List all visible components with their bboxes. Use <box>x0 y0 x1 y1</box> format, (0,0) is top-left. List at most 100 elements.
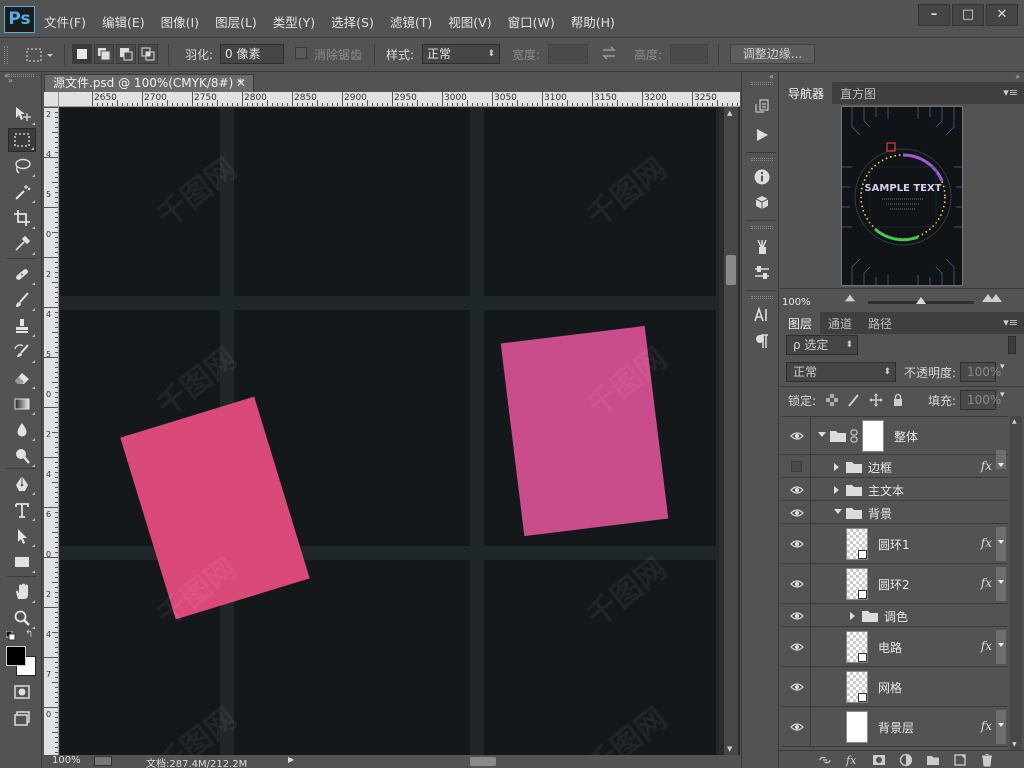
style-select[interactable]: 正常 ⬍ <box>422 44 500 64</box>
layer-row[interactable]: 圆环2 fx <box>782 564 1008 604</box>
visibility-toggle[interactable] <box>790 609 804 623</box>
menu-item[interactable]: 编辑(E) <box>102 12 145 31</box>
intersect-selection-button[interactable] <box>138 44 158 64</box>
visibility-toggle[interactable] <box>790 720 804 734</box>
fx-icon[interactable]: fx <box>845 753 859 767</box>
vertical-ruler[interactable]: 2 4 5 0 2 4 5 0 2 4 6 0 2 4 7 0 <box>44 107 59 755</box>
vertical-scrollbar[interactable]: ▲ ▼ <box>724 107 738 755</box>
status-menu-icon[interactable]: ▶ <box>288 755 294 764</box>
layer-row[interactable]: 背景层 fx <box>782 707 1008 747</box>
menu-item[interactable]: 滤镜(T) <box>390 12 432 31</box>
menu-item[interactable]: 文件(F) <box>44 12 86 31</box>
default-colors-icon[interactable] <box>5 630 16 644</box>
filter-toggle[interactable] <box>1008 336 1016 354</box>
expand-toggle[interactable] <box>818 432 826 437</box>
screen-mode-button[interactable] <box>8 706 36 730</box>
pen-tool[interactable] <box>8 472 36 496</box>
menu-item[interactable]: 选择(S) <box>331 12 374 31</box>
swap-colors-icon[interactable]: ↰ <box>25 629 33 640</box>
scroll-down-icon[interactable]: ▼ <box>1012 741 1017 748</box>
fx-expand-toggle[interactable] <box>996 630 1006 664</box>
zoom-level[interactable]: 100% <box>52 755 81 766</box>
refine-edge-button[interactable]: 调整边缘... <box>730 44 815 64</box>
lock-all-icon[interactable] <box>891 393 905 407</box>
path-selection-tool[interactable] <box>8 524 36 548</box>
menu-item[interactable]: 图层(L) <box>215 12 257 31</box>
visibility-toggle[interactable] <box>790 640 804 654</box>
hand-tool[interactable] <box>8 580 36 604</box>
brush-tool[interactable] <box>8 288 36 312</box>
ruler-origin[interactable] <box>44 92 59 107</box>
layer-thumbnail[interactable] <box>846 711 868 743</box>
scroll-up-icon[interactable]: ▲ <box>727 109 732 117</box>
visibility-toggle[interactable] <box>790 537 804 551</box>
menu-item[interactable]: 图像(I) <box>161 12 199 31</box>
width-input[interactable] <box>548 44 588 64</box>
tool-preset-picker[interactable] <box>24 45 54 68</box>
vertical-scroll-thumb[interactable] <box>726 255 736 285</box>
expand-toggle[interactable] <box>850 611 855 620</box>
navigator-thumbnail[interactable]: SAMPLE TEXT <box>841 106 963 286</box>
shape-tool[interactable] <box>8 550 36 574</box>
subtract-selection-button[interactable] <box>116 44 136 64</box>
horizontal-ruler[interactable]: 2650 2700 2750 2800 2850 2900 2950 3000 3050 3100… <box>44 92 740 107</box>
tab-layers[interactable]: 图层 <box>780 312 821 334</box>
layer-thumbnail[interactable] <box>846 631 868 663</box>
maximize-button[interactable]: □ <box>952 4 984 26</box>
height-input[interactable] <box>670 44 708 64</box>
marquee-tool[interactable] <box>8 128 36 152</box>
magic-wand-tool[interactable] <box>8 180 36 204</box>
layer-row[interactable]: 主文本 <box>782 478 1008 501</box>
brush-presets-button[interactable] <box>750 236 774 258</box>
layer-filter-select[interactable]: ρ 选定 ⬍ <box>786 335 858 355</box>
tab-channels[interactable]: 通道 <box>820 312 860 334</box>
zoom-out-icon[interactable] <box>844 294 856 302</box>
foreground-color-swatch[interactable] <box>6 646 26 666</box>
visibility-toggle[interactable] <box>790 506 804 520</box>
link-icon[interactable] <box>818 753 832 767</box>
blend-mode-select[interactable]: 正常 ⬍ <box>786 362 896 382</box>
zoom-tool[interactable] <box>8 606 36 630</box>
layer-row[interactable]: 整体 <box>782 417 1008 455</box>
expand-icon[interactable]: » <box>8 76 13 85</box>
new-selection-button[interactable] <box>72 44 92 64</box>
layer-row[interactable]: 调色 <box>782 604 1008 627</box>
visibility-toggle[interactable] <box>790 483 804 497</box>
close-button[interactable]: ✕ <box>986 4 1018 26</box>
history-brush-tool[interactable] <box>8 340 36 364</box>
stamp-tool[interactable] <box>8 314 36 338</box>
collapse-icon[interactable]: « <box>769 72 774 81</box>
canvas[interactable]: 千图网 千图网 千图网 千图网 千图网 千图网 千图网 千图网 <box>60 108 719 755</box>
close-icon[interactable]: ✕ <box>236 75 246 92</box>
menu-item[interactable]: 窗口(W) <box>508 12 555 31</box>
menu-item[interactable]: 帮助(H) <box>571 12 615 31</box>
trash-icon[interactable] <box>980 753 994 767</box>
adjustment-icon[interactable] <box>899 753 913 767</box>
fx-expand-toggle[interactable] <box>996 527 1006 561</box>
layers-scrollbar[interactable]: ▲ ▼ <box>1010 416 1022 750</box>
fx-icon[interactable]: fx <box>981 459 992 473</box>
document-tab[interactable]: 源文件.psd @ 100%(CMYK/8#) * ✕ <box>44 74 254 93</box>
fx-icon[interactable]: fx <box>981 719 992 733</box>
expand-toggle[interactable] <box>834 462 839 471</box>
fx-icon[interactable]: fx <box>981 576 992 590</box>
new-group-icon[interactable] <box>926 753 940 767</box>
minimize-button[interactable]: – <box>918 4 950 26</box>
expand-toggle[interactable] <box>834 508 842 514</box>
paragraph-button[interactable] <box>750 330 774 352</box>
eraser-tool[interactable] <box>8 366 36 390</box>
healing-tool[interactable] <box>8 262 36 286</box>
fill-input[interactable]: 100% <box>960 390 1001 410</box>
layer-row[interactable]: 网格 <box>782 667 1008 707</box>
layer-thumbnail[interactable] <box>846 671 868 703</box>
visibility-toggle[interactable] <box>790 429 804 443</box>
scroll-up-icon[interactable]: ▲ <box>1012 418 1017 425</box>
zoom-in-icon[interactable] <box>990 294 1002 302</box>
share-icon[interactable] <box>94 756 112 766</box>
fx-expand-toggle[interactable] <box>996 710 1006 744</box>
blur-tool[interactable] <box>8 418 36 442</box>
visibility-toggle[interactable] <box>790 680 804 694</box>
swap-icon[interactable] <box>601 45 617 64</box>
feather-input[interactable]: 0 像素 <box>220 44 284 64</box>
dropdown-icon[interactable]: ▾ <box>1000 362 1005 372</box>
